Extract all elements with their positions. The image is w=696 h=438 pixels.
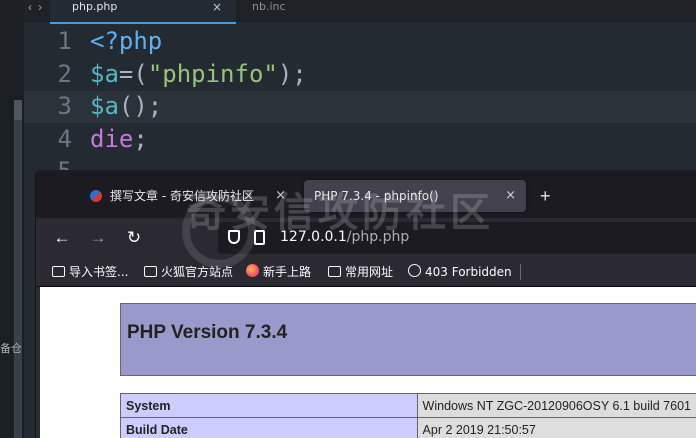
table-row: Build Date Apr 2 2019 21:50:57 bbox=[120, 417, 696, 438]
import-icon bbox=[52, 266, 65, 277]
editor-tab-php-php[interactable]: php.php × bbox=[50, 0, 236, 24]
php-version-title: PHP Version 7.3.4 bbox=[127, 322, 288, 343]
page-content: PHP Version 7.3.4 System Windows NT ZGC-… bbox=[40, 287, 696, 438]
bookmark-label: 导入书签... bbox=[69, 265, 129, 279]
code-token: =( bbox=[118, 59, 148, 88]
code-line[interactable]: <?php bbox=[90, 27, 162, 55]
code-line[interactable]: $a=("phpinfo"); bbox=[90, 60, 307, 88]
close-tab-icon[interactable]: × bbox=[505, 180, 516, 212]
folder-icon bbox=[328, 266, 341, 277]
table-value-cell: Windows NT ZGC-20120906OSY 6.1 build 760… bbox=[416, 393, 696, 418]
side-panel-text: 备仓 bbox=[0, 342, 22, 355]
editor-nav-arrows: ‹› bbox=[28, 0, 48, 20]
table-row: System Windows NT ZGC-20120906OSY 6.1 bu… bbox=[120, 393, 696, 418]
code-token: (); bbox=[118, 92, 163, 120]
table-value-cell: Apr 2 2019 21:50:57 bbox=[416, 417, 696, 438]
chevron-right-icon[interactable]: › bbox=[38, 0, 48, 14]
new-tab-plus-icon[interactable]: + bbox=[540, 184, 551, 208]
firefox-icon bbox=[246, 264, 259, 277]
table-key-cell: System bbox=[120, 393, 418, 418]
code-token: ); bbox=[277, 59, 307, 88]
line-number: 4 bbox=[57, 124, 72, 153]
line-number: 3 bbox=[57, 92, 72, 120]
site-favicon-icon bbox=[90, 190, 102, 202]
code-token: "phpinfo" bbox=[147, 59, 278, 88]
forward-arrow-icon[interactable]: → bbox=[86, 226, 110, 250]
chevron-left-icon[interactable]: ‹ bbox=[28, 0, 38, 14]
bookmark-label: 常用网址 bbox=[345, 265, 394, 279]
line-number: 1 bbox=[57, 27, 72, 55]
line-number: 2 bbox=[57, 59, 72, 88]
bookmark-common-sites[interactable]: 常用网址 bbox=[328, 263, 393, 281]
code-line[interactable]: $a(); bbox=[90, 92, 162, 120]
bookmark-label: 新手上路 bbox=[263, 265, 312, 279]
watermark-text: 奇安信攻防社区 bbox=[186, 190, 494, 236]
code-token: <?php bbox=[90, 27, 163, 55]
bookmarks-separator bbox=[520, 264, 521, 280]
bookmark-label: 403 Forbidden bbox=[425, 265, 512, 279]
close-icon[interactable]: × bbox=[212, 0, 222, 14]
code-token: $a bbox=[90, 92, 119, 120]
side-panel-scroll-thumb[interactable] bbox=[14, 100, 22, 120]
globe-icon bbox=[408, 264, 421, 277]
folder-icon bbox=[144, 266, 157, 277]
phpinfo-header: PHP Version 7.3.4 bbox=[120, 303, 696, 376]
browser-window: 撰写文章 - 奇安信攻防社区 × PHP 7.3.4 - phpinfo() ×… bbox=[35, 170, 696, 438]
side-panel-scrollbar[interactable] bbox=[14, 100, 22, 438]
code-line[interactable]: die; bbox=[90, 125, 148, 153]
bookmark-getting-started[interactable]: 新手上路 bbox=[246, 263, 311, 281]
back-arrow-icon[interactable]: ← bbox=[50, 226, 74, 250]
editor-tab-label: php.php bbox=[72, 0, 118, 13]
code-token: die bbox=[90, 124, 134, 153]
editor-tab-label: nb.inc bbox=[252, 0, 286, 13]
table-key-cell: Build Date bbox=[120, 417, 418, 438]
bookmark-import[interactable]: 导入书签... bbox=[52, 263, 128, 281]
phpinfo-table: System Windows NT ZGC-20120906OSY 6.1 bu… bbox=[120, 393, 696, 438]
code-token: $a bbox=[90, 59, 119, 88]
bookmark-403[interactable]: 403 Forbidden bbox=[408, 263, 512, 281]
reload-icon[interactable]: ↻ bbox=[122, 226, 146, 250]
code-token: ; bbox=[133, 124, 148, 153]
bookmarks-toolbar: 导入书签... 火狐官方站点 新手上路 常用网址 403 Forbidden bbox=[36, 258, 696, 287]
editor-tab-nb-inc[interactable]: nb.inc bbox=[238, 0, 388, 22]
